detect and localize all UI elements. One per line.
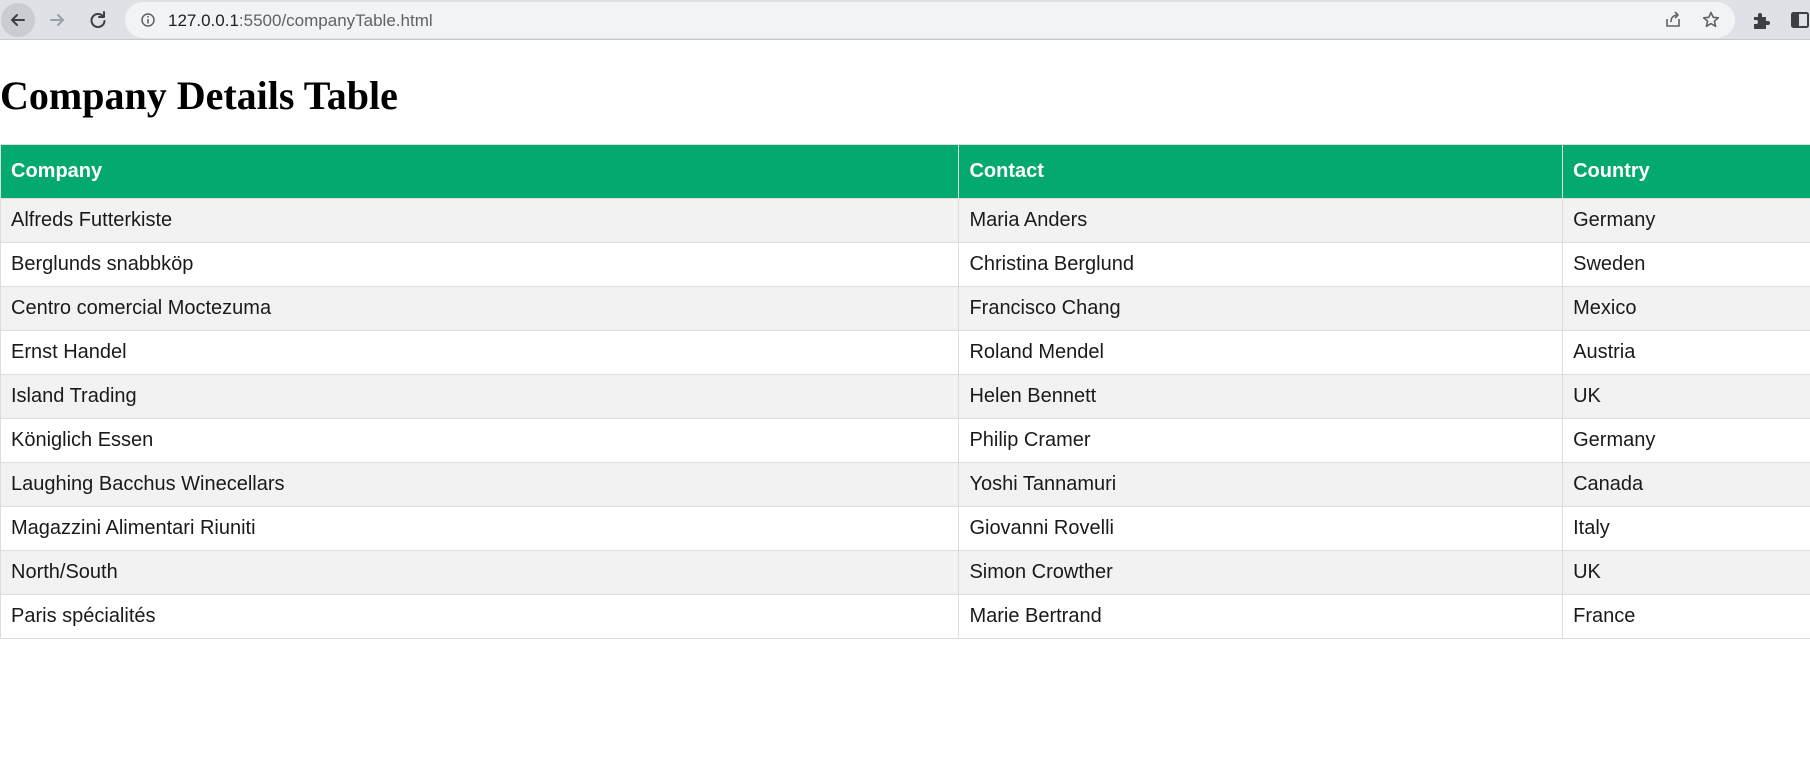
extensions-icon[interactable] bbox=[1750, 9, 1772, 31]
table-header-row: Company Contact Country bbox=[0, 144, 1810, 199]
company-cell: Laughing Bacchus Winecellars bbox=[0, 462, 960, 507]
contact-cell: Helen Bennett bbox=[958, 374, 1564, 419]
column-header-contact: Contact bbox=[958, 144, 1564, 199]
reload-button[interactable] bbox=[81, 3, 115, 37]
contact-cell: Christina Berglund bbox=[958, 242, 1564, 287]
contact-cell: Maria Anders bbox=[958, 198, 1564, 243]
table-row: Paris spécialités Marie Bertrand France bbox=[0, 594, 1810, 639]
company-cell: Paris spécialités bbox=[0, 594, 960, 639]
address-bar[interactable]: 127.0.0.1:5500/companyTable.html bbox=[125, 2, 1735, 38]
column-header-country: Country bbox=[1562, 144, 1810, 199]
reload-icon bbox=[90, 11, 106, 28]
info-icon[interactable] bbox=[141, 13, 155, 27]
url-path: :5500/companyTable.html bbox=[238, 11, 433, 30]
company-table: Company Contact Country Alfreds Futterki… bbox=[0, 144, 1810, 639]
page-content: Company Details Table Company Contact Co… bbox=[0, 41, 1810, 762]
side-panel-icon[interactable] bbox=[1790, 10, 1810, 30]
contact-cell: Yoshi Tannamuri bbox=[958, 462, 1564, 507]
forward-button[interactable] bbox=[40, 3, 74, 37]
page-title: Company Details Table bbox=[0, 73, 398, 118]
country-cell: Sweden bbox=[1562, 242, 1810, 287]
contact-cell: Francisco Chang bbox=[958, 286, 1564, 331]
contact-cell: Marie Bertrand bbox=[958, 594, 1564, 639]
back-arrow-icon bbox=[11, 14, 25, 26]
company-cell: Magazzini Alimentari Riuniti bbox=[0, 506, 960, 551]
country-cell: UK bbox=[1562, 550, 1810, 595]
country-cell: Italy bbox=[1562, 506, 1810, 551]
company-cell: Alfreds Futterkiste bbox=[0, 198, 960, 243]
table-row: Berglunds snabbköp Christina Berglund Sw… bbox=[0, 242, 1810, 287]
country-cell: France bbox=[1562, 594, 1810, 639]
table-row: Magazzini Alimentari Riuniti Giovanni Ro… bbox=[0, 506, 1810, 551]
company-cell: Centro comercial Moctezuma bbox=[0, 286, 960, 331]
table-row: Alfreds Futterkiste Maria Anders Germany bbox=[0, 198, 1810, 243]
table-row: Ernst Handel Roland Mendel Austria bbox=[0, 330, 1810, 375]
company-cell: Berglunds snabbköp bbox=[0, 242, 960, 287]
country-cell: Canada bbox=[1562, 462, 1810, 507]
table-row: Königlich Essen Philip Cramer Germany bbox=[0, 418, 1810, 463]
table-row: Laughing Bacchus Winecellars Yoshi Tanna… bbox=[0, 462, 1810, 507]
country-cell: Germany bbox=[1562, 198, 1810, 243]
contact-cell: Giovanni Rovelli bbox=[958, 506, 1564, 551]
country-cell: UK bbox=[1562, 374, 1810, 419]
star-icon[interactable] bbox=[1701, 10, 1721, 30]
country-cell: Austria bbox=[1562, 330, 1810, 375]
country-cell: Germany bbox=[1562, 418, 1810, 463]
table-row: North/South Simon Crowther UK bbox=[0, 550, 1810, 595]
company-cell: Ernst Handel bbox=[0, 330, 960, 375]
company-cell: North/South bbox=[0, 550, 960, 595]
back-button[interactable] bbox=[1, 3, 35, 37]
column-header-company: Company bbox=[0, 144, 960, 199]
contact-cell: Simon Crowther bbox=[958, 550, 1564, 595]
country-cell: Mexico bbox=[1562, 286, 1810, 331]
contact-cell: Roland Mendel bbox=[958, 330, 1564, 375]
url-host: 127.0.0.1 bbox=[168, 11, 239, 30]
share-icon[interactable] bbox=[1663, 10, 1683, 30]
table-row: Centro comercial Moctezuma Francisco Cha… bbox=[0, 286, 1810, 331]
company-cell: Königlich Essen bbox=[0, 418, 960, 463]
browser-toolbar: 127.0.0.1:5500/companyTable.html bbox=[0, 0, 1810, 40]
table-row: Island Trading Helen Bennett UK bbox=[0, 374, 1810, 419]
contact-cell: Philip Cramer bbox=[958, 418, 1564, 463]
url-text[interactable]: 127.0.0.1:5500/companyTable.html bbox=[168, 11, 433, 31]
company-cell: Island Trading bbox=[0, 374, 960, 419]
forward-arrow-icon bbox=[50, 14, 64, 26]
